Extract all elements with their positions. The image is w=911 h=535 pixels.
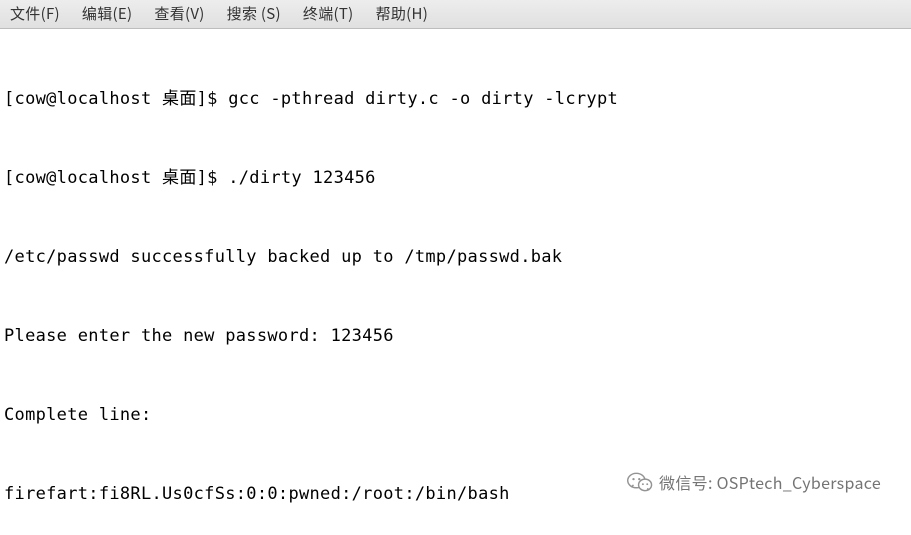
terminal-line: [cow@localhost 桌面]$ gcc -pthread dirty.c… (4, 86, 907, 112)
menu-help[interactable]: 帮助(H) (372, 2, 433, 25)
terminal-line: Complete line: (4, 402, 907, 428)
terminal-line: Please enter the new password: 123456 (4, 323, 907, 349)
menu-view[interactable]: 查看(V) (150, 2, 208, 25)
terminal-line: firefart:fi8RL.Us0cfSs:0:0:pwned:/root:/… (4, 481, 907, 507)
terminal-line: [cow@localhost 桌面]$ ./dirty 123456 (4, 165, 907, 191)
terminal-line: /etc/passwd successfully backed up to /t… (4, 244, 907, 270)
menu-terminal[interactable]: 终端(T) (299, 2, 358, 25)
terminal-output[interactable]: [cow@localhost 桌面]$ gcc -pthread dirty.c… (0, 29, 911, 535)
menu-edit[interactable]: 编辑(E) (78, 2, 136, 25)
menu-bar: 文件(F) 编辑(E) 查看(V) 搜索 (S) 终端(T) 帮助(H) (0, 0, 911, 29)
menu-search[interactable]: 搜索 (S) (223, 2, 285, 25)
menu-file[interactable]: 文件(F) (6, 2, 64, 25)
